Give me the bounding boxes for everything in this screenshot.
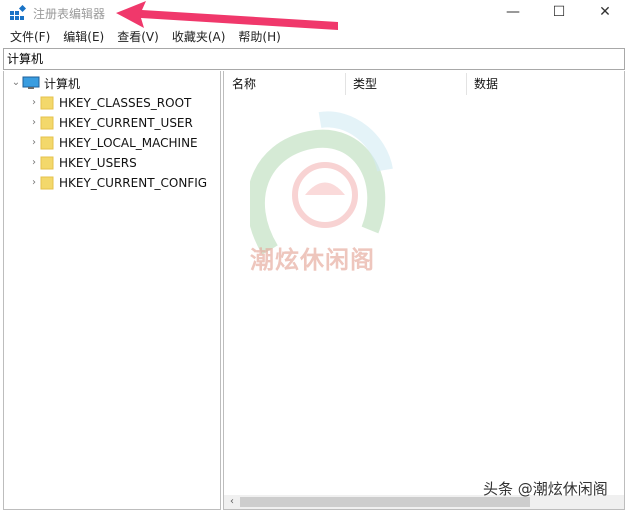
menu-bar: 文件(F) 编辑(E) 查看(V) 收藏夹(A) 帮助(H) xyxy=(0,27,628,47)
address-bar[interactable]: 计算机 xyxy=(3,48,625,70)
tree-item-label: HKEY_LOCAL_MACHINE xyxy=(59,136,198,150)
menu-file[interactable]: 文件(F) xyxy=(10,27,50,47)
tree-item-hkcr[interactable]: › HKEY_CLASSES_ROOT xyxy=(28,93,191,113)
watermark-text: 潮炫休闲阁 xyxy=(250,246,375,274)
values-list-pane[interactable]: 名称 类型 数据 ‹ xyxy=(223,71,625,510)
scroll-left-arrow-icon[interactable]: ‹ xyxy=(226,495,238,509)
tree-item-label: HKEY_USERS xyxy=(59,156,137,170)
column-header-data[interactable]: 数据 xyxy=(466,71,624,97)
folder-icon xyxy=(40,136,54,150)
tree-item-hkcc[interactable]: › HKEY_CURRENT_CONFIG xyxy=(28,173,207,193)
tree-root-label: 计算机 xyxy=(44,76,81,91)
registry-editor-icon xyxy=(10,5,26,20)
source-credit: 头条 @潮炫休闲阁 xyxy=(483,480,608,498)
computer-icon xyxy=(22,76,40,89)
menu-help[interactable]: 帮助(H) xyxy=(238,27,280,47)
folder-icon xyxy=(40,116,54,130)
chevron-down-icon[interactable]: ⌄ xyxy=(10,77,22,89)
tree-item-label: HKEY_CURRENT_CONFIG xyxy=(59,176,208,190)
column-header-name[interactable]: 名称 xyxy=(224,71,345,97)
tree-item-label: HKEY_CLASSES_ROOT xyxy=(59,96,192,110)
chevron-right-icon[interactable]: › xyxy=(28,157,40,169)
menu-edit[interactable]: 编辑(E) xyxy=(63,27,104,47)
close-button[interactable]: ✕ xyxy=(582,0,628,26)
chevron-right-icon[interactable]: › xyxy=(28,137,40,149)
menu-view[interactable]: 查看(V) xyxy=(117,27,159,47)
tree-item-hku[interactable]: › HKEY_USERS xyxy=(28,153,137,173)
tree-root-computer[interactable]: ⌄ 计算机 xyxy=(10,73,80,93)
menu-favorites[interactable]: 收藏夹(A) xyxy=(172,27,226,47)
window-title: 注册表编辑器 xyxy=(33,7,106,21)
folder-icon xyxy=(40,96,54,110)
minimize-button[interactable]: — xyxy=(490,0,536,26)
maximize-button[interactable]: ☐ xyxy=(536,0,582,26)
folder-icon xyxy=(40,176,54,190)
folder-icon xyxy=(40,156,54,170)
chevron-right-icon[interactable]: › xyxy=(28,117,40,129)
title-bar: 注册表编辑器 — ☐ ✕ xyxy=(0,0,628,26)
column-header-type[interactable]: 类型 xyxy=(345,71,466,97)
tree-item-label: HKEY_CURRENT_USER xyxy=(59,116,193,130)
chevron-right-icon[interactable]: › xyxy=(28,97,40,109)
tree-item-hklm[interactable]: › HKEY_LOCAL_MACHINE xyxy=(28,133,198,153)
tree-pane[interactable]: ⌄ 计算机 › HKEY_CLASSES_ROOT › HKEY_CURRENT… xyxy=(3,71,221,510)
chevron-right-icon[interactable]: › xyxy=(28,177,40,189)
tree-item-hkcu[interactable]: › HKEY_CURRENT_USER xyxy=(28,113,193,133)
